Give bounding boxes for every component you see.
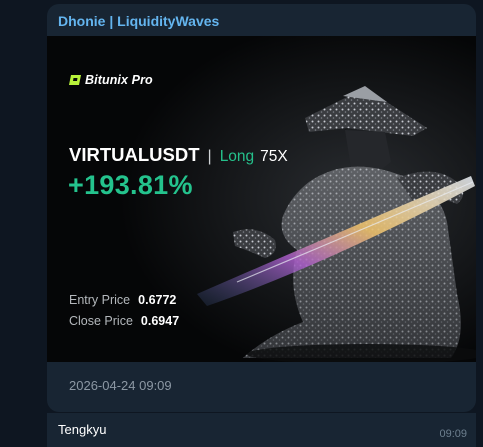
reply-message-text: Tengkyu [58, 422, 107, 437]
chat-view: Dhonie | LiquidityWaves Bitunix Pro VIRT… [0, 0, 483, 447]
trading-pair: VIRTUALUSDT [69, 144, 200, 165]
separator: | [207, 148, 212, 165]
message-caption-timestamp: 2026-04-24 09:09 [69, 378, 172, 393]
entry-price-value: 0.6772 [138, 293, 177, 307]
sender-name[interactable]: Dhonie | LiquidityWaves [58, 13, 219, 29]
trade-pair-row: VIRTUALUSDT | Long 75X [69, 144, 288, 166]
close-price-row: Close Price 0.6947 [69, 314, 179, 328]
message-bubble[interactable]: Dhonie | LiquidityWaves Bitunix Pro VIRT… [47, 4, 476, 412]
reply-message-time: 09:09 [439, 428, 467, 440]
entry-price-row: Entry Price 0.6772 [69, 293, 176, 307]
pnl-percentage: +193.81% [68, 170, 193, 200]
leverage: 75X [260, 148, 288, 165]
close-price-value: 0.6947 [140, 314, 180, 328]
brand-name: Bitunix Pro [85, 73, 153, 87]
reply-message-bubble[interactable]: Tengkyu 09:09 [47, 413, 476, 447]
position-direction: Long [219, 148, 255, 165]
bitunix-logo-icon [69, 75, 81, 85]
close-price-label: Close Price [69, 314, 133, 328]
shared-trade-card-image[interactable]: Bitunix Pro VIRTUALUSDT | Long 75X +193.… [47, 36, 476, 362]
brand-logo: Bitunix Pro [69, 73, 153, 87]
entry-price-label: Entry Price [69, 293, 131, 307]
